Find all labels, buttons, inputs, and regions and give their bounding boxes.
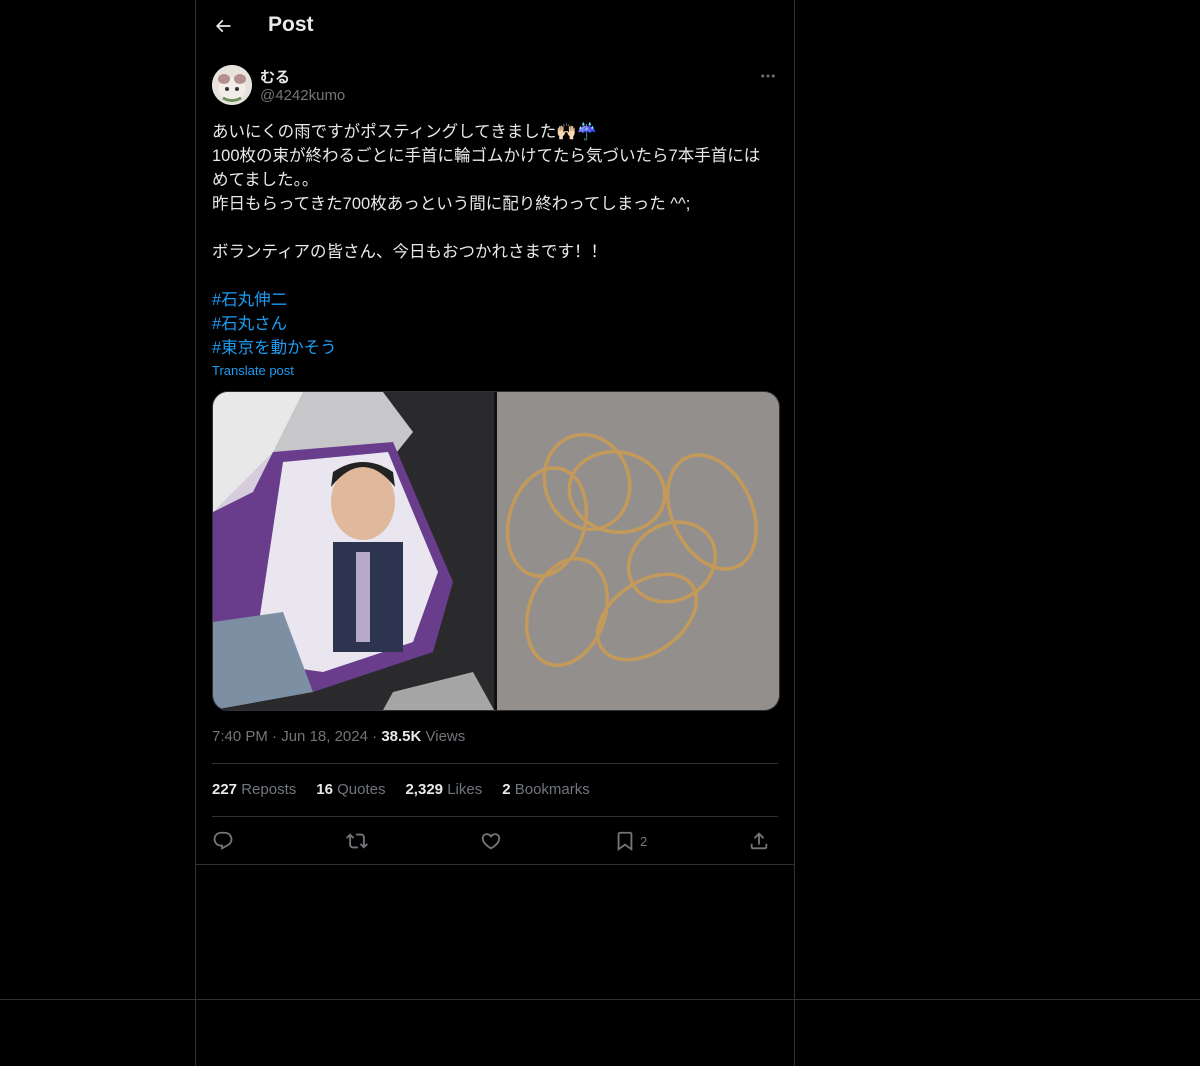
hashtag-link[interactable]: #石丸伸二: [212, 288, 782, 312]
more-options-button[interactable]: [758, 66, 778, 86]
arrow-left-icon: [215, 19, 231, 33]
translate-post-link[interactable]: Translate post: [212, 363, 294, 378]
divider: [212, 816, 778, 817]
heart-icon: [481, 833, 501, 850]
likes-label: Likes: [447, 781, 483, 798]
more-icon: [761, 74, 775, 78]
reply-icon: [213, 831, 233, 850]
avatar[interactable]: [212, 65, 252, 105]
quotes-count: 16: [316, 781, 333, 798]
post-meta: 7:40 PM · Jun 18, 2024 · 38.5K Views: [212, 728, 465, 745]
hashtag-link[interactable]: #東京を動かそう: [212, 336, 782, 360]
reposts-count: 227: [212, 781, 238, 798]
header: Post: [196, 0, 794, 53]
views-count: 38.5K: [381, 728, 422, 745]
post-line: [212, 264, 782, 288]
media-grid: [212, 391, 780, 711]
media-image-rubber-bands[interactable]: [497, 392, 779, 710]
share-icon: [750, 832, 768, 850]
meta-separator: ·: [272, 728, 278, 745]
like-button[interactable]: [480, 830, 502, 852]
post-date[interactable]: Jun 18, 2024: [281, 728, 368, 745]
views-label: Views: [425, 728, 466, 745]
bookmark-button[interactable]: 2: [614, 830, 647, 852]
reposts-stat[interactable]: 227 Reposts: [212, 781, 296, 798]
repost-icon: [346, 833, 368, 849]
hashtag-link[interactable]: #石丸さん: [212, 312, 782, 336]
bookmarks-label: Bookmarks: [514, 781, 590, 798]
post-line: [212, 216, 782, 240]
back-button[interactable]: [208, 11, 238, 41]
post-time[interactable]: 7:40 PM: [212, 728, 268, 745]
action-bar: 2: [212, 828, 778, 856]
meta-separator: ·: [372, 728, 378, 745]
reposts-label: Reposts: [241, 781, 297, 798]
media-image-flyer[interactable]: [213, 392, 494, 710]
divider: [212, 763, 778, 764]
page: Post むる @4242kumo あいにくの雨ですがポスティングしてきました🙌…: [0, 0, 1200, 1066]
avatar-image: [212, 65, 252, 105]
likes-count: 2,329: [405, 781, 444, 798]
column-border-right: [794, 0, 795, 1066]
display-name[interactable]: むる: [260, 66, 290, 87]
post-line: 100枚の束が終わるごとに手首に輪ゴムかけてたら気づいたら7本手首には: [212, 147, 761, 165]
post-line: 昨日もらってきた700枚あっという間に配り終わってしまった ^^;: [212, 195, 691, 213]
quotes-label: Quotes: [337, 781, 386, 798]
likes-stat[interactable]: 2,329 Likes: [405, 781, 482, 798]
bookmarks-stat[interactable]: 2 Bookmarks: [502, 781, 590, 798]
column-border-left: [195, 0, 196, 1066]
bookmark-count: 2: [640, 833, 648, 849]
post-bottom-border: [196, 864, 794, 865]
post-line: あいにくの雨ですがポスティングしてきました🙌🏻☔️: [212, 123, 598, 141]
bookmarks-count: 2: [502, 781, 511, 798]
reply-button[interactable]: [212, 830, 234, 852]
quotes-stat[interactable]: 16 Quotes: [316, 781, 385, 798]
share-button[interactable]: [748, 830, 770, 852]
user-handle[interactable]: @4242kumo: [260, 87, 345, 104]
post-line: めてました。。: [212, 171, 319, 189]
repost-button[interactable]: [346, 830, 368, 852]
post-line: ボランティアの皆さん、今日もおつかれさまです！！: [212, 243, 608, 261]
bookmark-icon: [617, 831, 633, 852]
engagement-stats: 227 Reposts 16 Quotes 2,329 Likes 2 Book…: [212, 781, 590, 798]
page-title: Post: [268, 13, 314, 36]
post-text: あいにくの雨ですがポスティングしてきました🙌🏻☔️ 100枚の束が終わるごとに手…: [212, 120, 782, 360]
bottom-divider: [0, 999, 1200, 1000]
